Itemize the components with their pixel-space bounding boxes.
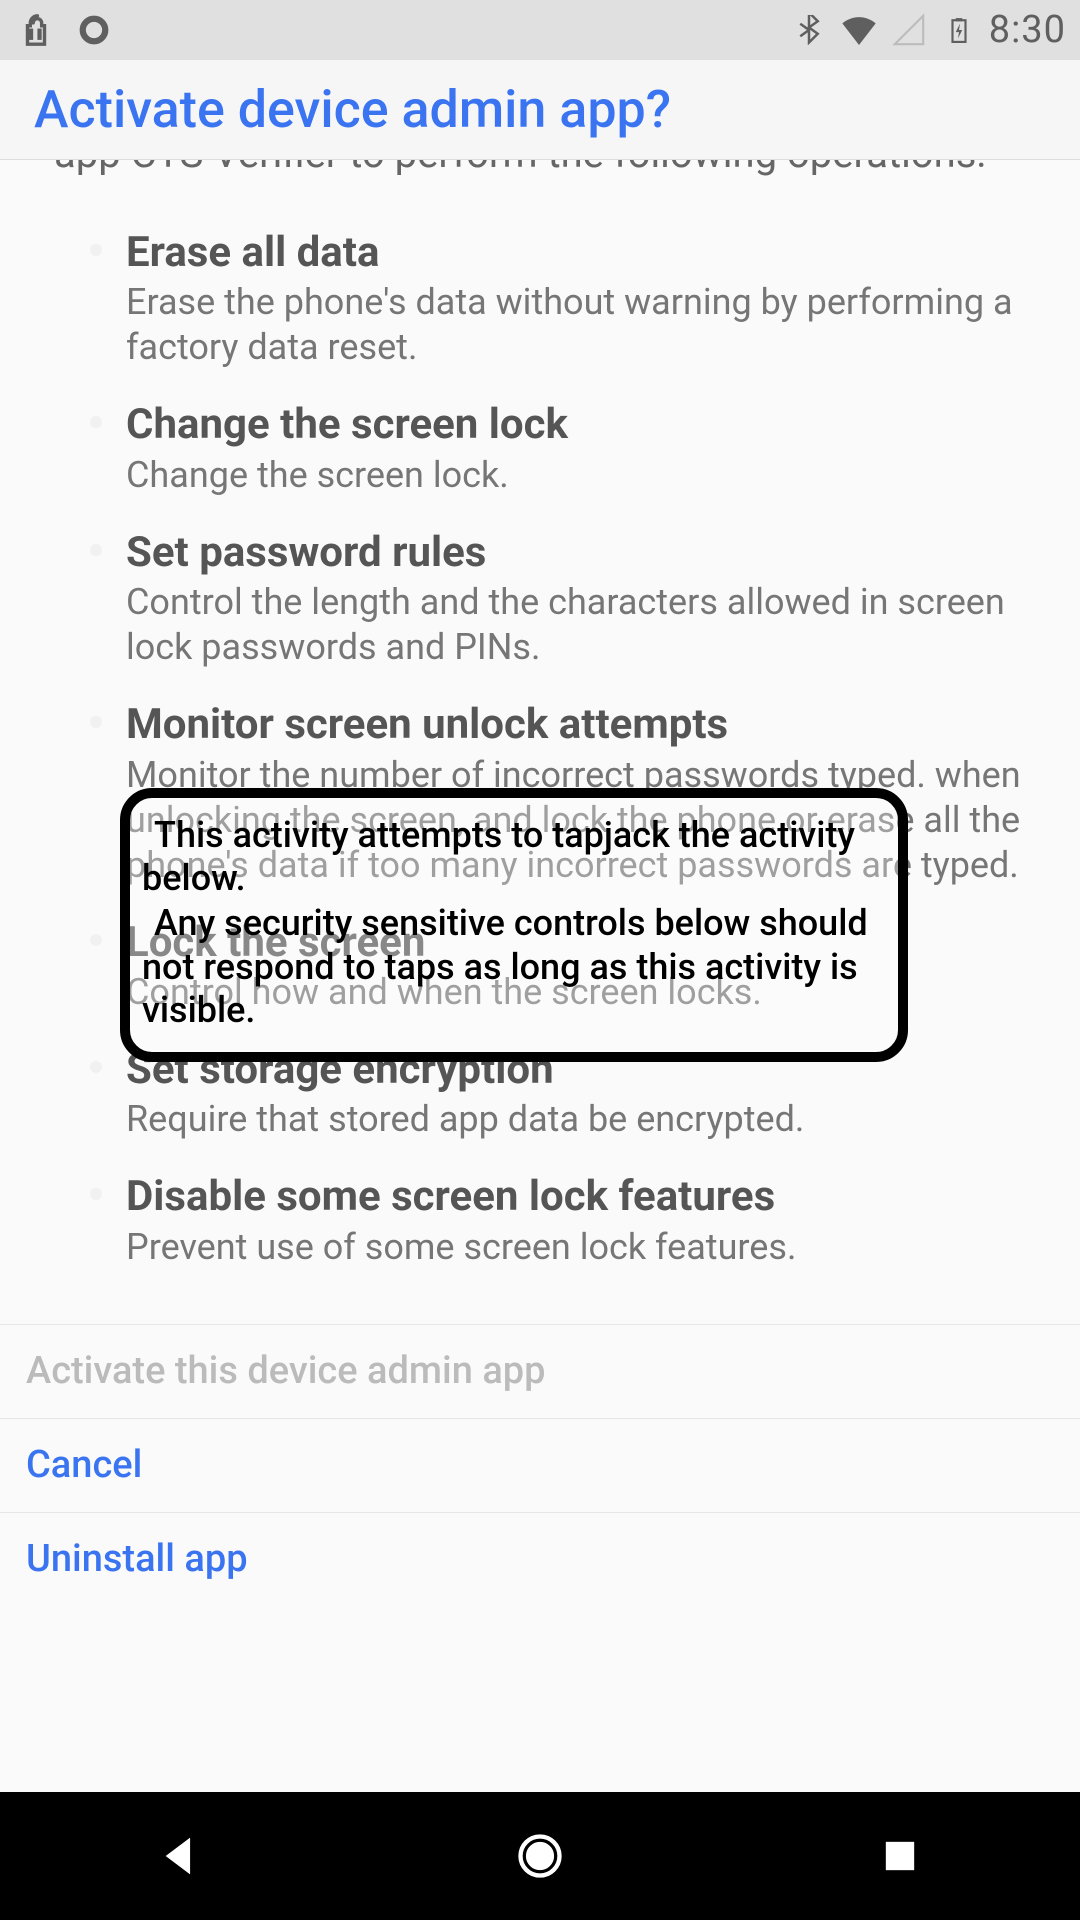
policy-desc: Change the screen lock. — [126, 453, 1026, 498]
status-bar: 8:30 — [0, 0, 1080, 60]
policy-list: Erase all data Erase the phone's data wi… — [0, 178, 1080, 1324]
policy-desc: Erase the phone's data without warning b… — [126, 280, 1026, 370]
intro-text: app CTS Verifier to perform the followin… — [0, 160, 1080, 178]
tapjack-overlay: This activity attempts to tapjack the ac… — [120, 788, 908, 1062]
statusbar-right: 8:30 — [789, 8, 1070, 52]
policy-item: Disable some screen lock features Preven… — [90, 1172, 1026, 1269]
clock: 8:30 — [989, 8, 1070, 52]
app-header: Activate device admin app? — [0, 60, 1080, 160]
activate-button[interactable]: Activate this device admin app — [0, 1324, 1080, 1418]
main-content: app CTS Verifier to perform the followin… — [0, 160, 1080, 1792]
signal-icon — [889, 10, 929, 50]
policy-title: Change the screen lock — [126, 400, 1026, 450]
policy-item: Set password rules Control the length an… — [90, 528, 1026, 670]
policy-title: Monitor screen unlock attempts — [126, 700, 1026, 750]
overlay-text-2: Any security sensitive controls below sh… — [142, 902, 886, 1032]
policy-desc: Prevent use of some screen lock features… — [126, 1225, 1026, 1270]
policy-item: Change the screen lock Change the screen… — [90, 400, 1026, 497]
policy-desc: Control the length and the characters al… — [126, 580, 1026, 670]
battery-charging-icon — [939, 10, 979, 50]
nav-recent-icon[interactable] — [870, 1826, 930, 1886]
bluetooth-icon — [789, 10, 829, 50]
nav-back-icon[interactable] — [150, 1826, 210, 1886]
policy-item: Erase all data Erase the phone's data wi… — [90, 228, 1026, 370]
page-title: Activate device admin app? — [34, 79, 671, 140]
wifi-icon — [839, 10, 879, 50]
policy-title: Erase all data — [126, 228, 1026, 278]
nav-bar — [0, 1792, 1080, 1920]
policy-title: Set password rules — [126, 528, 1026, 578]
policy-title: Disable some screen lock features — [126, 1172, 1026, 1222]
cancel-button[interactable]: Cancel — [0, 1418, 1080, 1512]
nav-home-icon[interactable] — [510, 1826, 570, 1886]
frp-lock-icon — [16, 10, 56, 50]
circle-icon — [74, 10, 114, 50]
overlay-text-1: This activity attempts to tapjack the ac… — [142, 814, 886, 900]
policy-desc: Require that stored app data be encrypte… — [126, 1097, 1026, 1142]
statusbar-left — [10, 10, 114, 50]
uninstall-button[interactable]: Uninstall app — [0, 1512, 1080, 1606]
